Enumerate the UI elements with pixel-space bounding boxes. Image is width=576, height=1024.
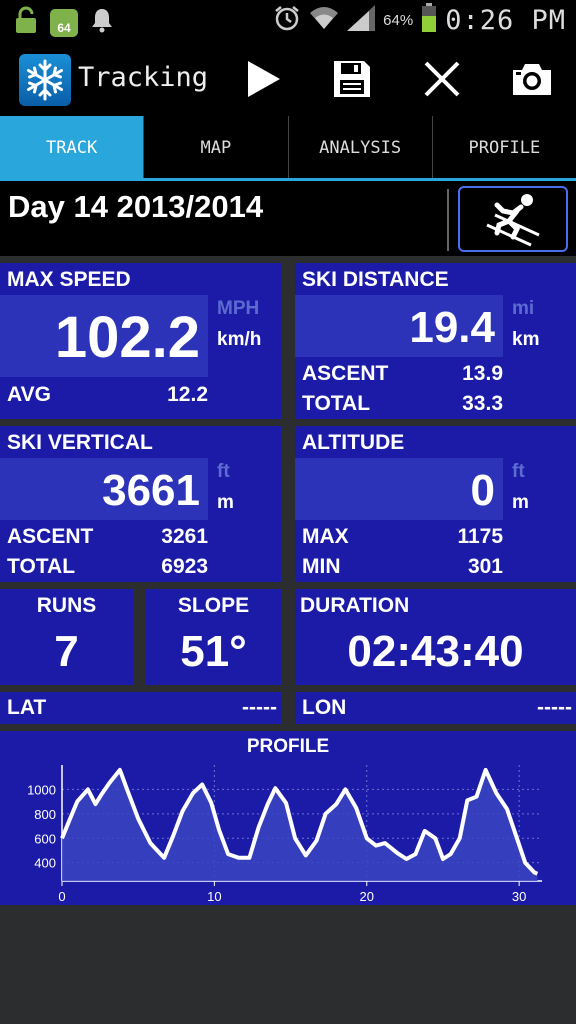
snowflake-icon[interactable] [19, 54, 71, 106]
altitude-min-label: MIN [302, 555, 341, 578]
lat-label: LAT [7, 696, 47, 719]
vertical-total-label: TOTAL [7, 555, 76, 578]
page-title: Day 14 2013/2014 [8, 189, 264, 224]
activity-type-button[interactable] [458, 186, 568, 252]
ski-distance-unit[interactable]: km [512, 329, 539, 351]
runs-panel[interactable]: RUNS 7 [0, 589, 133, 685]
chart-xtick-label: 10 [207, 889, 221, 904]
vertical-total-value: 6923 [161, 555, 208, 578]
vertical-ascent-value: 3261 [161, 525, 208, 548]
altitude-box: 0 [295, 458, 503, 520]
altitude-value: 0 [470, 466, 495, 515]
ski-vertical-label: SKI VERTICAL [7, 431, 153, 454]
distance-ascent-value: 13.9 [462, 362, 503, 385]
chart-ytick-label: 800 [34, 807, 56, 822]
screen: 64 64% 0:26 PM Tracking TRACK MAP ANALYS… [0, 0, 576, 1024]
notification-bell-icon [90, 7, 114, 38]
max-speed-label: MAX SPEED [7, 268, 131, 291]
alarm-icon [273, 4, 301, 37]
ski-vertical-value: 3661 [102, 466, 200, 515]
play-button[interactable] [236, 54, 292, 104]
chart-ytick-label: 400 [34, 856, 56, 871]
slope-panel[interactable]: SLOPE 51° [146, 589, 281, 685]
ski-vertical-box: 3661 [0, 458, 208, 520]
ski-vertical-unit-alt[interactable]: ft [217, 461, 230, 483]
tab-profile[interactable]: PROFILE [433, 116, 576, 180]
max-speed-box: 102.2 [0, 295, 208, 377]
vertical-ascent-label: ASCENT [7, 525, 94, 548]
ski-vertical-unit[interactable]: m [217, 492, 234, 514]
camera-icon [513, 64, 551, 95]
runs-value: 7 [54, 627, 79, 676]
altitude-label: ALTITUDE [302, 431, 405, 454]
save-button[interactable] [324, 54, 380, 104]
ski-distance-value: 19.4 [409, 303, 495, 352]
slope-value: 51° [180, 627, 247, 676]
max-speed-unit-alt[interactable]: MPH [217, 298, 259, 320]
altitude-min-value: 301 [467, 555, 503, 578]
chart-ytick-label: 1000 [27, 782, 56, 797]
tab-map[interactable]: MAP [144, 116, 289, 180]
duration-panel[interactable]: DURATION 02:43:40 [295, 589, 576, 685]
close-icon [424, 61, 460, 97]
lon-label: LON [302, 696, 347, 719]
discard-button[interactable] [414, 54, 470, 104]
chart-ytick-label: 600 [34, 831, 56, 846]
lat-panel: LAT ----- [0, 692, 281, 724]
signal-icon [347, 4, 376, 36]
profile-chart-panel[interactable]: PROFILE 1000 800 600 400 0 10 20 30 [0, 731, 576, 905]
chart-xtick-label: 30 [512, 889, 526, 904]
clock: 0:26 PM [445, 4, 566, 36]
altitude-max-label: MAX [302, 525, 349, 548]
ski-distance-box: 19.4 [295, 295, 503, 357]
chart-xtick-label: 20 [360, 889, 374, 904]
lat-value: ----- [242, 696, 277, 719]
distance-total-label: TOTAL [302, 392, 371, 415]
runs-label: RUNS [36, 594, 97, 617]
slope-label: SLOPE [177, 594, 250, 617]
photo-button[interactable] [504, 54, 560, 104]
tab-track[interactable]: TRACK [0, 116, 145, 180]
duration-label: DURATION [300, 594, 410, 617]
battery-icon [421, 2, 437, 38]
ski-distance-label: SKI DISTANCE [302, 268, 449, 291]
ski-distance-panel[interactable]: SKI DISTANCE 19.4 mi km ASCENT 13.9 TOTA… [295, 263, 576, 419]
tab-bar: TRACK MAP ANALYSIS PROFILE [0, 116, 576, 180]
tab-analysis[interactable]: ANALYSIS [289, 116, 433, 180]
chart-xtick-label: 0 [58, 889, 65, 904]
chart-area [62, 769, 538, 881]
divider [447, 189, 449, 251]
duration-value: 02:43:40 [347, 627, 524, 676]
ski-distance-unit-alt[interactable]: mi [512, 298, 534, 320]
skier-icon [486, 194, 540, 247]
ski-vertical-panel[interactable]: SKI VERTICAL 3661 ft m ASCENT 3261 TOTAL… [0, 426, 281, 582]
action-bar: Tracking [0, 40, 576, 116]
distance-total-value: 33.3 [462, 392, 503, 415]
app-title: Tracking [78, 62, 209, 93]
altitude-unit[interactable]: m [512, 492, 529, 514]
profile-chart: 1000 800 600 400 0 10 20 30 [27, 765, 542, 904]
wifi-icon [309, 5, 339, 36]
altitude-max-value: 1175 [457, 525, 503, 548]
play-icon [248, 61, 280, 97]
avg-speed-label: AVG [7, 383, 51, 406]
altitude-panel[interactable]: ALTITUDE 0 ft m MAX 1175 MIN 301 [295, 426, 576, 582]
title-row: Day 14 2013/2014 [0, 181, 576, 256]
lon-value: ----- [537, 696, 572, 719]
max-speed-unit[interactable]: km/h [217, 329, 261, 351]
app-update-icon: 64 [50, 8, 78, 37]
status-bar: 64 64% 0:26 PM [0, 0, 576, 40]
avg-speed-value: 12.2 [167, 383, 208, 406]
battery-percent: 64% [383, 11, 414, 29]
lock-icon [14, 6, 38, 39]
lon-panel: LON ----- [295, 692, 576, 724]
distance-ascent-label: ASCENT [302, 362, 389, 385]
max-speed-value: 102.2 [54, 305, 200, 370]
floppy-disk-icon [334, 61, 370, 97]
altitude-unit-alt[interactable]: ft [512, 461, 525, 483]
max-speed-panel[interactable]: MAX SPEED 102.2 MPH km/h AVG 12.2 [0, 263, 281, 419]
